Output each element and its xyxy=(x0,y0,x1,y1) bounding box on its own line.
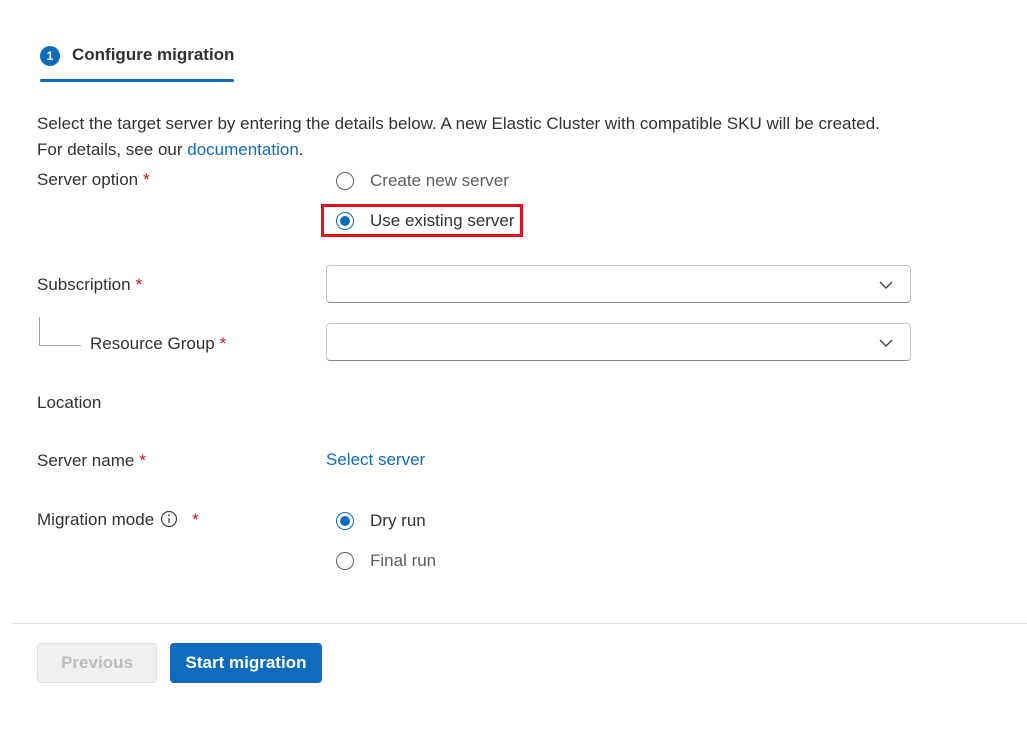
radio-label: Final run xyxy=(370,551,437,570)
step-number-badge: 1 xyxy=(40,46,60,66)
footer-divider xyxy=(12,623,1027,624)
required-marker: * xyxy=(143,170,150,189)
resource-group-label: Resource Group * xyxy=(90,334,226,354)
migration-mode-label: Migration mode * xyxy=(37,510,199,530)
chevron-down-icon xyxy=(879,339,893,347)
resource-group-dropdown[interactable] xyxy=(326,323,911,361)
step-active-indicator xyxy=(40,79,234,82)
subscription-label-text: Subscription xyxy=(37,275,131,294)
migration-mode-label-text: Migration mode xyxy=(37,510,155,529)
description-prefix: For details, see our xyxy=(37,140,188,159)
server-name-label-text: Server name xyxy=(37,451,135,470)
radio-circle[interactable] xyxy=(336,172,354,190)
tree-connector-line xyxy=(39,317,81,346)
radio-dot xyxy=(340,516,350,526)
required-marker: * xyxy=(192,510,199,529)
location-label: Location xyxy=(37,393,102,412)
step-label: Configure migration xyxy=(72,45,235,64)
radio-circle-checked[interactable] xyxy=(336,512,354,530)
subscription-dropdown[interactable] xyxy=(326,265,911,303)
documentation-link[interactable]: documentation xyxy=(187,140,299,159)
required-marker: * xyxy=(219,334,227,353)
description-line-1: Select the target server by entering the… xyxy=(37,114,880,133)
radio-final-run[interactable]: Final run xyxy=(336,551,436,571)
start-migration-button[interactable]: Start migration xyxy=(170,643,322,683)
radio-dot xyxy=(340,216,350,226)
radio-circle-checked[interactable] xyxy=(336,212,354,230)
step-tab-configure-migration[interactable]: 1 Configure migration xyxy=(40,44,234,84)
radio-circle[interactable] xyxy=(336,552,354,570)
server-option-label-text: Server option xyxy=(37,170,139,189)
description: Select the target server by entering the… xyxy=(37,111,937,163)
description-line-2: For details, see our documentation. xyxy=(37,137,937,163)
radio-label: Create new server xyxy=(370,171,509,190)
select-server-link[interactable]: Select server xyxy=(326,450,425,470)
server-name-label: Server name * xyxy=(37,451,146,471)
server-option-label: Server option * xyxy=(37,170,150,190)
radio-label: Dry run xyxy=(370,511,426,530)
description-suffix: . xyxy=(298,140,304,159)
radio-create-new-server[interactable]: Create new server xyxy=(336,171,509,191)
resource-group-label-text: Resource Group xyxy=(90,334,215,353)
info-icon[interactable] xyxy=(160,510,178,528)
radio-use-existing-server[interactable]: Use existing server xyxy=(336,211,515,231)
subscription-label: Subscription * xyxy=(37,275,142,295)
radio-dry-run[interactable]: Dry run xyxy=(336,511,426,531)
chevron-down-icon xyxy=(879,281,893,289)
previous-button[interactable]: Previous xyxy=(37,643,157,683)
required-marker: * xyxy=(139,451,146,470)
required-marker: * xyxy=(135,275,143,294)
radio-label: Use existing server xyxy=(370,211,515,230)
